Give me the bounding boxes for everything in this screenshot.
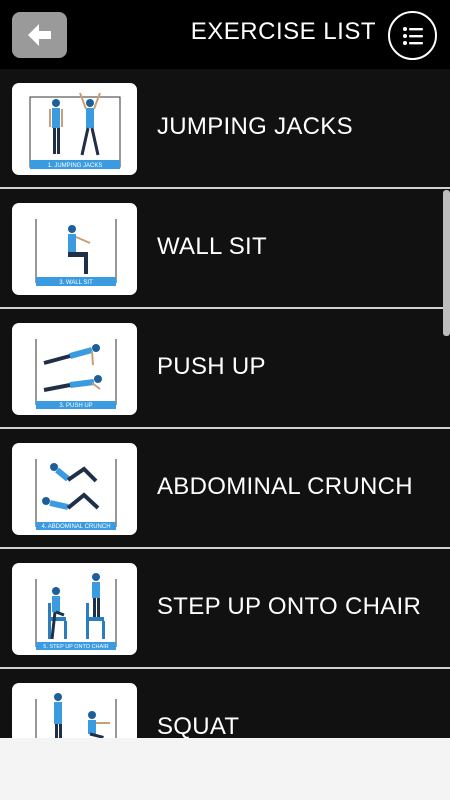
exercise-label: PUSH UP: [157, 353, 266, 380]
exercise-label: JUMPING JACKS: [157, 113, 353, 140]
bottom-area: [0, 738, 450, 800]
exercise-thumbnail: 4. ABDOMINAL CRUNCH: [12, 443, 137, 535]
arrow-left-icon: [28, 24, 51, 46]
menu-button[interactable]: [388, 11, 437, 60]
thumbnail-caption: 3. PUSH UP: [59, 403, 92, 409]
exercise-thumbnail: 3. WALL SIT: [12, 203, 137, 295]
exercise-thumbnail: 3. PUSH UP: [12, 323, 137, 415]
exercise-label: WALL SIT: [157, 233, 267, 260]
jumping-jacks-illustration: 1. JUMPING JACKS: [29, 92, 121, 169]
exercise-row-step-up-onto-chair[interactable]: 5. STEP UP ONTO CHAIR STEP UP ONTO CHAIR: [0, 549, 450, 669]
thumbnail-caption: 3. WALL SIT: [59, 280, 93, 286]
exercise-row-wall-sit[interactable]: 3. WALL SIT WALL SIT: [0, 189, 450, 309]
push-up-illustration: 3. PUSH UP: [35, 339, 117, 409]
page-title: EXERCISE LIST: [190, 18, 376, 45]
exercise-list: 1. JUMPING JACKS JUMPING JACKS 3. WALL S…: [0, 69, 450, 738]
thumbnail-caption: 1. JUMPING JACKS: [48, 163, 103, 169]
exercise-thumbnail: 5. STEP UP ONTO CHAIR: [12, 563, 137, 655]
header-bar: EXERCISE LIST: [0, 0, 450, 69]
exercise-row-push-up[interactable]: 3. PUSH UP PUSH UP: [0, 309, 450, 429]
back-button[interactable]: [12, 12, 67, 58]
thumbnail-caption: 5. STEP UP ONTO CHAIR: [43, 644, 108, 650]
step-up-illustration: 5. STEP UP ONTO CHAIR: [35, 573, 117, 650]
exercise-label: SQUAT: [157, 713, 240, 738]
exercise-label: ABDOMINAL CRUNCH: [157, 473, 413, 500]
abdominal-crunch-illustration: 4. ABDOMINAL CRUNCH: [35, 459, 117, 530]
exercise-row-abdominal-crunch[interactable]: 4. ABDOMINAL CRUNCH ABDOMINAL CRUNCH: [0, 429, 450, 549]
exercise-thumbnail: [12, 683, 137, 738]
wall-sit-illustration: 3. WALL SIT: [35, 219, 117, 286]
exercise-thumbnail: 1. JUMPING JACKS: [12, 83, 137, 175]
exercise-label: STEP UP ONTO CHAIR: [157, 593, 422, 620]
exercise-row-jumping-jacks[interactable]: 1. JUMPING JACKS JUMPING JACKS: [0, 69, 450, 189]
squat-illustration: [35, 693, 117, 738]
list-scrollbar[interactable]: [443, 190, 450, 336]
thumbnail-caption: 4. ABDOMINAL CRUNCH: [41, 524, 110, 530]
list-icon: [403, 27, 423, 45]
exercise-row-squat[interactable]: SQUAT: [0, 669, 450, 738]
app-screen: EXERCISE LIST 1. JUMPING JACKS JUMPING J…: [0, 0, 450, 738]
